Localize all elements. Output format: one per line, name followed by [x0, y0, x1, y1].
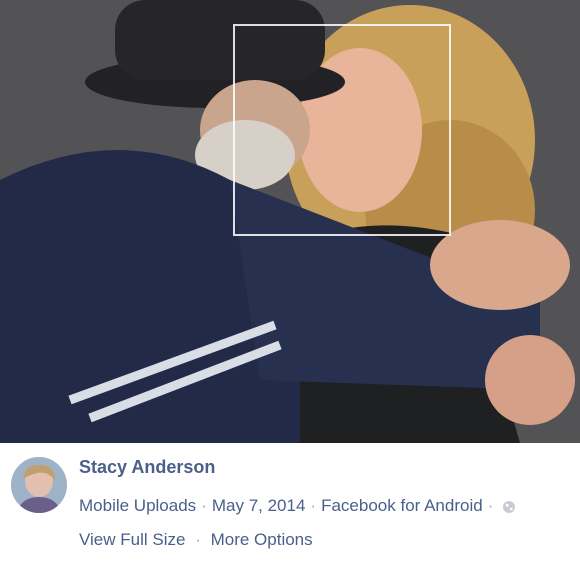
face-tag-frame[interactable] — [233, 24, 451, 236]
avatar[interactable] — [11, 457, 67, 513]
album-link[interactable]: Mobile Uploads — [79, 496, 196, 516]
separator: · — [195, 530, 201, 549]
view-full-size-link[interactable]: View Full Size — [79, 530, 185, 549]
photo-actions: View Full Size · More Options — [79, 530, 313, 550]
separator: · — [487, 496, 494, 515]
more-options-link[interactable]: More Options — [211, 530, 313, 549]
separator: · — [310, 496, 317, 515]
post-meta: Mobile Uploads · May 7, 2014 · Facebook … — [79, 496, 516, 516]
post-date[interactable]: May 7, 2014 — [212, 496, 306, 516]
avatar-image — [11, 457, 67, 513]
globe-icon[interactable] — [502, 499, 516, 513]
separator: · — [201, 496, 207, 515]
author-name[interactable]: Stacy Anderson — [79, 457, 215, 478]
source-app-link[interactable]: Facebook for Android — [321, 496, 483, 516]
post-photo[interactable] — [0, 0, 580, 443]
